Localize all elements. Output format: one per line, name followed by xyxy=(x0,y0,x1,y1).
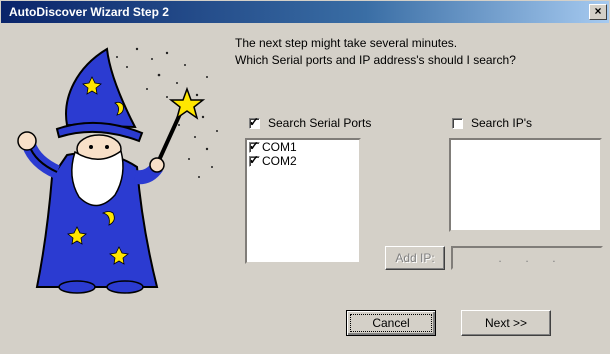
ip-dot-3: . xyxy=(552,251,556,265)
close-button[interactable]: × xyxy=(589,4,607,20)
next-button[interactable]: Next >> xyxy=(461,310,551,336)
serial-port-list[interactable]: ✓ COM1 ✓ COM2 xyxy=(245,138,361,264)
window-title: AutoDiscover Wizard Step 2 xyxy=(9,5,169,19)
com1-checkbox[interactable]: ✓ xyxy=(249,138,260,153)
checkmark-icon: ✓ xyxy=(249,138,260,153)
autodiscover-dialog: AutoDiscover Wizard Step 2 × The next st… xyxy=(0,0,610,354)
list-item-com2[interactable]: ✓ COM2 xyxy=(247,152,359,168)
search-ip-label: Search IP's xyxy=(471,116,532,130)
ip-dot-2: . xyxy=(525,251,529,265)
com1-label: COM1 xyxy=(262,140,297,154)
instruction-line-2: Which Serial ports and IP address's shou… xyxy=(235,53,516,67)
ip-dot-1: . xyxy=(498,251,502,265)
search-ip-checkbox-row[interactable]: Search IP's xyxy=(452,116,532,130)
add-ip-button[interactable]: Add IP: xyxy=(385,246,445,270)
ip-address-field[interactable]: . . . xyxy=(451,246,603,270)
search-serial-checkbox[interactable]: ✓ xyxy=(249,114,260,129)
search-serial-label: Search Serial Ports xyxy=(268,116,372,130)
focus-rect xyxy=(350,314,432,332)
title-bar[interactable]: AutoDiscover Wizard Step 2 × xyxy=(1,1,609,23)
list-item-com1[interactable]: ✓ COM1 xyxy=(247,138,359,154)
search-ip-checkbox[interactable] xyxy=(452,117,463,129)
cancel-button[interactable]: Cancel xyxy=(346,310,436,336)
checkmark-icon: ✓ xyxy=(249,114,260,129)
ip-address-list[interactable] xyxy=(449,138,602,232)
checkmark-icon: ✓ xyxy=(249,152,260,167)
wizard-icon xyxy=(17,47,218,294)
instructions: The next step might take several minutes… xyxy=(235,35,516,69)
com2-label: COM2 xyxy=(262,154,297,168)
next-label: Next >> xyxy=(484,316,528,330)
search-serial-checkbox-row[interactable]: ✓ Search Serial Ports xyxy=(249,114,372,130)
com2-checkbox[interactable]: ✓ xyxy=(249,152,260,167)
instruction-line-1: The next step might take several minutes… xyxy=(235,36,458,50)
